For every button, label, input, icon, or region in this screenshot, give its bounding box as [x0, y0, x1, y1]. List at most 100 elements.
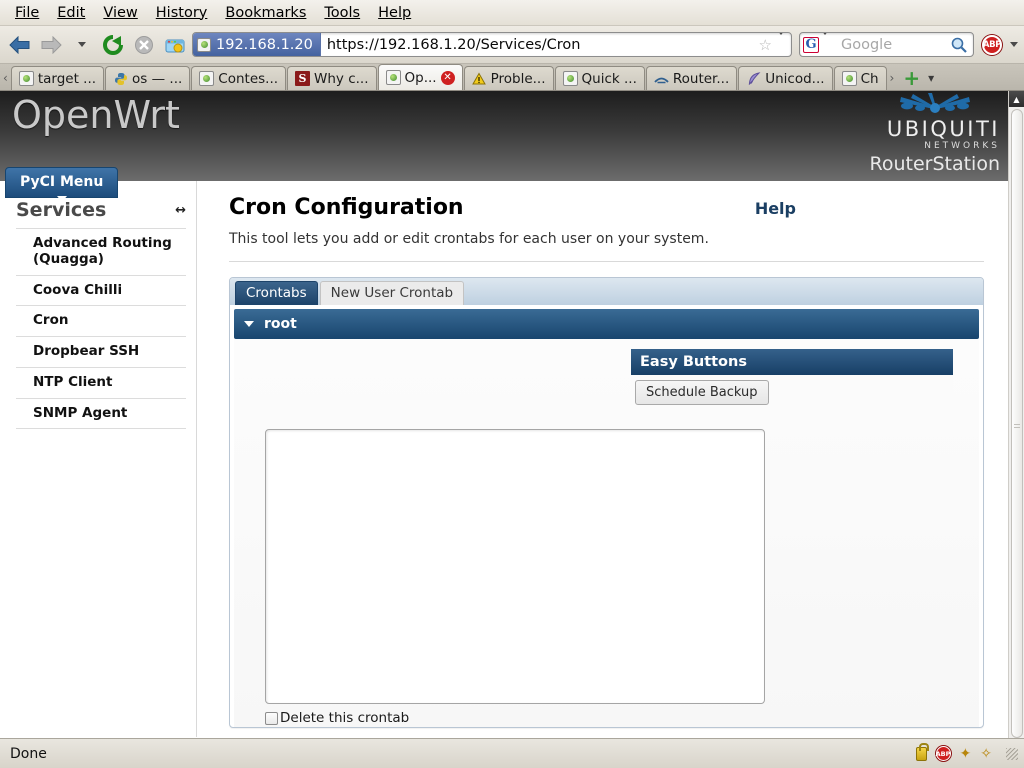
menu-view[interactable]: View	[94, 3, 146, 23]
feather-icon	[746, 71, 761, 86]
menu-help[interactable]: Help	[369, 3, 420, 23]
chevron-down-icon	[777, 33, 785, 54]
menu-bookmarks[interactable]: Bookmarks	[216, 3, 315, 23]
address-dropdown-button[interactable]	[775, 33, 791, 54]
browser-tab-router[interactable]: Router...	[645, 66, 738, 90]
content-title-row: Cron Configuration Help	[229, 195, 984, 220]
sidebar-item-dropbear-ssh[interactable]: Dropbear SSH	[16, 336, 186, 367]
menu-file[interactable]: File	[6, 3, 48, 23]
forward-button[interactable]	[37, 31, 65, 59]
divider	[229, 261, 984, 262]
status-text: Done	[10, 745, 47, 762]
menu-tools[interactable]: Tools	[315, 3, 369, 23]
page-scrollbar[interactable]: ▲	[1008, 91, 1024, 738]
browser-tab-openwrt[interactable]: Op... ✕	[377, 64, 463, 90]
sidebar-item-snmp-agent[interactable]: SNMP Agent	[16, 397, 186, 430]
chevron-down-icon	[821, 33, 829, 54]
google-engine-icon[interactable]: G	[803, 36, 819, 53]
sidebar-item-label: Advanced Routing (Quagga)	[33, 235, 172, 267]
search-input[interactable]: Google	[835, 37, 950, 53]
sidebar-item-coova-chilli[interactable]: Coova Chilli	[16, 274, 186, 306]
browser-window: File Edit View History Bookmarks Tools H…	[0, 0, 1024, 768]
tab-label: Proble...	[490, 70, 546, 87]
sidebar-title: Services	[16, 199, 107, 221]
addon-icon[interactable]: ✧	[980, 746, 992, 762]
reload-button[interactable]	[99, 31, 127, 59]
home-button[interactable]	[161, 31, 189, 59]
home-icon	[165, 39, 185, 52]
browser-tab-unicode[interactable]: Unicod...	[738, 66, 833, 90]
schedule-backup-button[interactable]: Schedule Backup	[635, 380, 769, 405]
browser-tab-why[interactable]: S Why c...	[287, 66, 377, 90]
main-content: Cron Configuration Help This tool lets y…	[197, 181, 1008, 737]
new-tab-button[interactable]: +	[897, 68, 928, 90]
sidebar-item-label: Coova Chilli	[33, 281, 123, 298]
easy-buttons-body: Schedule Backup	[631, 375, 953, 411]
sidebar-item-cron[interactable]: Cron	[16, 305, 186, 336]
site-identity-box[interactable]: 192.168.1.20	[193, 33, 321, 56]
chevron-down-icon	[78, 42, 86, 47]
scrollbar-thumb[interactable]	[1010, 109, 1023, 738]
help-link[interactable]: Help	[755, 199, 984, 218]
python-icon	[113, 71, 128, 86]
browser-tab-ch[interactable]: Ch	[833, 66, 887, 90]
menu-bar: File Edit View History Bookmarks Tools H…	[0, 0, 1024, 26]
site-identity-label: 192.168.1.20	[216, 36, 313, 53]
stop-button[interactable]	[130, 31, 158, 59]
menu-edit[interactable]: Edit	[48, 3, 94, 23]
list-all-tabs-button[interactable]: ▾	[928, 71, 940, 90]
accordion-header-root[interactable]: root	[234, 309, 979, 339]
resize-grip[interactable]	[1006, 747, 1018, 760]
status-icon-group: ABP ✦ ✧	[915, 742, 1006, 762]
adblock-icon[interactable]: ABP	[935, 746, 951, 761]
menu-help-label: Help	[378, 4, 412, 21]
sidebar-item-label: Dropbear SSH	[33, 343, 140, 360]
back-button[interactable]	[6, 31, 34, 59]
bookmark-star-icon[interactable]: ☆	[756, 36, 775, 54]
lock-icon[interactable]	[915, 742, 929, 761]
sidebar-item-label: Cron	[33, 312, 69, 329]
sidebar-item-ntp-client[interactable]: NTP Client	[16, 366, 186, 398]
history-dropdown-button[interactable]	[68, 31, 96, 59]
site-header: OpenWrt UBIQUITI NETWORKS RouterStation …	[0, 91, 1008, 202]
browser-tab-os[interactable]: os — ...	[105, 66, 191, 90]
warning-icon	[472, 71, 487, 86]
adblock-plus-button[interactable]: ABP	[982, 34, 1002, 55]
routerstation-label: RouterStation	[869, 152, 1000, 175]
pycl-menu-button[interactable]: PyCI Menu	[5, 167, 119, 202]
scroll-up-button[interactable]: ▲	[1008, 91, 1024, 107]
browser-tab-contes[interactable]: Contes...	[191, 66, 287, 90]
web-page: OpenWrt UBIQUITI NETWORKS RouterStation …	[0, 91, 1008, 738]
url-text[interactable]: https://192.168.1.20/Services/Cron	[321, 37, 756, 53]
sidebar: Services ↔ Advanced Routing (Quagga) Coo…	[0, 181, 197, 737]
browser-tab-target[interactable]: target ...	[10, 66, 105, 90]
tab-label: target ...	[37, 70, 97, 87]
delete-crontab-checkbox[interactable]	[265, 711, 278, 725]
tab-label: Quick ...	[581, 70, 637, 87]
reload-icon	[103, 34, 123, 55]
crontab-textarea[interactable]	[265, 429, 765, 704]
close-icon[interactable]: ✕	[440, 70, 455, 85]
toolbar-overflow-icon[interactable]	[1010, 42, 1018, 47]
page-icon	[385, 70, 401, 85]
delete-crontab-label: Delete this crontab	[280, 710, 410, 726]
sidebar-item-advanced-routing[interactable]: Advanced Routing (Quagga)	[16, 228, 186, 275]
ubiquiti-branding: UBIQUITI NETWORKS RouterStation	[869, 93, 1000, 176]
collapse-arrows-icon[interactable]: ↔	[175, 203, 186, 218]
menu-history[interactable]: History	[147, 3, 217, 23]
address-bar[interactable]: 192.168.1.20 https://192.168.1.20/Servic…	[192, 32, 792, 57]
search-engine-dropdown[interactable]	[819, 33, 835, 54]
page-icon	[199, 71, 215, 86]
delete-crontab-row: Delete this crontab	[265, 710, 409, 726]
browser-tab-problem[interactable]: Proble...	[463, 66, 554, 90]
browser-tab-quick[interactable]: Quick ...	[554, 66, 645, 90]
tab-label: Router...	[672, 70, 730, 87]
tab-crontabs[interactable]: Crontabs	[235, 281, 318, 305]
magnifier-icon[interactable]	[950, 36, 968, 54]
tab-label: Ch	[860, 70, 879, 87]
noscript-icon[interactable]: ✦	[960, 746, 972, 762]
search-bar[interactable]: G Google	[799, 32, 974, 57]
easy-buttons-box: Easy Buttons Schedule Backup	[631, 349, 953, 411]
tab-scroll-right-button[interactable]: ›	[888, 71, 898, 90]
tab-new-user-crontab[interactable]: New User Crontab	[319, 281, 465, 305]
